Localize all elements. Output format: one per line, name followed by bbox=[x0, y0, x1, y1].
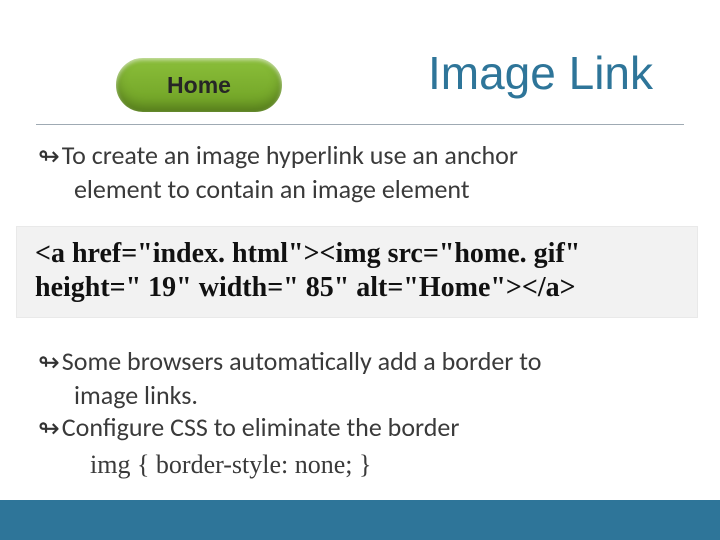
bullet-2-line1: Some browsers automatically add a border… bbox=[62, 346, 542, 376]
code-line-1: <a href="index. html"><img src="home. gi… bbox=[35, 237, 679, 271]
bullet-1-line2: element to contain an image element bbox=[38, 174, 686, 204]
bullet-2-line2: image links. bbox=[38, 380, 686, 410]
content: ↬ To create an image hyperlink use an an… bbox=[38, 140, 686, 480]
slide: Home Image Link ↬ To create an image hyp… bbox=[0, 0, 720, 540]
bullet-icon: ↬ bbox=[38, 346, 60, 378]
bullet-3: ↬ Configure CSS to eliminate the border bbox=[38, 412, 686, 444]
bullet-1: ↬ To create an image hyperlink use an an… bbox=[38, 140, 686, 172]
home-button-image: Home bbox=[113, 55, 285, 115]
code-block: <a href="index. html"><img src="home. gi… bbox=[16, 226, 698, 318]
bullet-3-code: img { border-style: none; } bbox=[38, 450, 686, 480]
bullet-2: ↬ Some browsers automatically add a bord… bbox=[38, 346, 686, 378]
code-line-2: height=" 19" width=" 85" alt="Home"></a> bbox=[35, 271, 679, 305]
bullet-icon: ↬ bbox=[38, 140, 60, 172]
divider bbox=[36, 124, 684, 125]
page-title: Image Link bbox=[428, 46, 653, 100]
bullet-1-line1: To create an image hyperlink use an anch… bbox=[62, 140, 518, 170]
header: Home Image Link bbox=[0, 0, 720, 125]
content-lower: ↬ Some browsers automatically add a bord… bbox=[38, 346, 686, 480]
bullet-3-line1: Configure CSS to eliminate the border bbox=[62, 412, 460, 442]
footer-bar bbox=[0, 500, 720, 540]
bullet-icon: ↬ bbox=[38, 412, 60, 444]
home-label: Home bbox=[167, 72, 231, 99]
